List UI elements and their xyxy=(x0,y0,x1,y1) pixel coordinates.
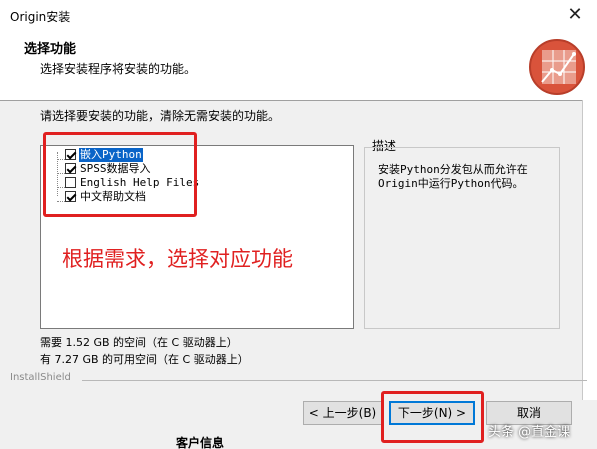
background-window-text: 客户信息 xyxy=(176,436,225,449)
title-bar: Origin安装 ✕ xyxy=(0,0,597,31)
page-title: 选择功能 xyxy=(24,42,77,57)
close-icon[interactable]: ✕ xyxy=(563,4,587,26)
installer-window: Origin安装 ✕ 选择功能 选择安装程序将安装的功能。 请选择要安装的功能，… xyxy=(0,0,597,449)
highlight-box-features xyxy=(43,132,197,217)
page-subtitle: 选择安装程序将安装的功能。 xyxy=(40,62,197,76)
description-text: 安装Python分发包从而允许在Origin中运行Python代码。 xyxy=(378,163,528,190)
instruction-text: 请选择要安装的功能，清除无需安装的功能。 xyxy=(40,109,281,123)
header-panel: 选择功能 选择安装程序将安装的功能。 xyxy=(0,30,597,101)
origin-logo-icon xyxy=(529,39,585,95)
installshield-label: InstallShield xyxy=(10,372,71,383)
highlight-box-next xyxy=(381,391,484,443)
annotation-text: 根据需求，选择对应功能 xyxy=(62,247,293,271)
window-title: Origin安装 xyxy=(10,10,71,24)
background-window-strip xyxy=(582,100,597,400)
footer-divider xyxy=(82,380,587,381)
space-available-text: 有 7.27 GB 的可用空间（在 C 驱动器上） xyxy=(40,353,249,366)
back-button[interactable]: < 上一步(B) xyxy=(303,401,382,425)
space-required-text: 需要 1.52 GB 的空间（在 C 驱动器上） xyxy=(40,336,238,349)
watermark: 头条 @直金课 xyxy=(488,425,571,440)
